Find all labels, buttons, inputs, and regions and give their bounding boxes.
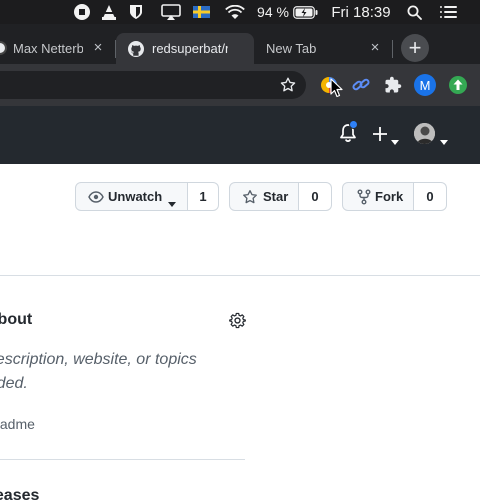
bookmark-star-icon[interactable] [276, 73, 300, 97]
spotlight-search-icon[interactable] [404, 0, 424, 24]
watchers-count[interactable]: 1 [188, 182, 219, 211]
battery-icon[interactable] [292, 0, 318, 24]
user-menu-dropdown[interactable] [414, 123, 450, 145]
screen: 94 % Fri 18:39 Max Netterberg × redsuper… [0, 0, 480, 504]
plus-icon [372, 124, 388, 149]
star-button[interactable]: Star [229, 182, 299, 211]
github-header [0, 106, 480, 164]
unwatch-button[interactable]: Unwatch [75, 182, 188, 211]
tab-new-tab[interactable]: New Tab × [255, 33, 392, 64]
airplay-icon[interactable] [160, 0, 182, 24]
bitwarden-icon[interactable] [128, 0, 144, 24]
profile-avatar-button[interactable]: M [413, 73, 437, 97]
notifications-bell-icon[interactable] [339, 120, 359, 145]
github-icon [128, 41, 144, 57]
vlc-icon[interactable] [100, 0, 118, 24]
tab-separator [392, 40, 393, 58]
tab-redsuperbat[interactable]: redsuperbat/repo [116, 33, 254, 64]
about-heading: About [0, 311, 33, 328]
releases-heading[interactable]: Releases [0, 487, 39, 504]
stargazers-count[interactable]: 0 [299, 182, 332, 211]
avatar: M [414, 74, 436, 96]
readme-link[interactable]: Readme [0, 416, 35, 432]
chevron-down-icon [440, 132, 448, 150]
sidebar-divider [0, 459, 245, 460]
browser-toolbar: M [0, 64, 480, 106]
tab-max-netterberg[interactable]: Max Netterberg × [0, 33, 115, 64]
update-extension-icon[interactable] [446, 73, 470, 97]
close-icon[interactable]: × [368, 40, 382, 55]
star-icon [242, 189, 258, 208]
gear-icon[interactable] [229, 312, 247, 330]
star-label: Star [263, 189, 289, 204]
wifi-icon[interactable] [224, 0, 246, 24]
link-extension-icon[interactable] [349, 73, 373, 97]
chevron-down-icon [168, 195, 176, 210]
forks-count[interactable]: 0 [414, 182, 447, 211]
fork-icon [357, 189, 371, 208]
control-center-icon[interactable] [438, 0, 458, 24]
swedish-flag-icon[interactable] [192, 0, 210, 24]
fork-label: Fork [375, 189, 404, 204]
address-bar[interactable] [0, 71, 306, 99]
user-avatar [414, 123, 435, 144]
extensions-puzzle-icon[interactable] [381, 73, 405, 97]
screen-record-icon[interactable] [72, 0, 92, 24]
create-new-dropdown[interactable] [372, 124, 402, 145]
tab-title: Max Netterberg [13, 41, 83, 56]
tab-title: redsuperbat/repo [152, 41, 228, 56]
notification-dot [349, 120, 358, 129]
fork-button[interactable]: Fork [342, 182, 414, 211]
repository-page: Unwatch 1 Star 0 Fork 0 About No [0, 164, 480, 504]
new-tab-button[interactable]: + [401, 34, 429, 62]
tab-favicon [0, 41, 7, 55]
tab-title: New Tab [266, 41, 317, 56]
menubar-clock[interactable]: Fri 18:39 [327, 0, 395, 24]
macos-menu-bar: 94 % Fri 18:39 [0, 0, 480, 24]
close-icon[interactable]: × [91, 40, 105, 55]
eye-icon [88, 190, 104, 207]
watch-label: Unwatch [108, 189, 163, 204]
header-divider [0, 275, 480, 276]
about-description: No description, website, or topics provi… [0, 351, 197, 392]
chevron-down-icon [391, 132, 399, 150]
battery-percentage: 94 % [257, 4, 289, 20]
mouse-cursor-icon [329, 77, 345, 99]
